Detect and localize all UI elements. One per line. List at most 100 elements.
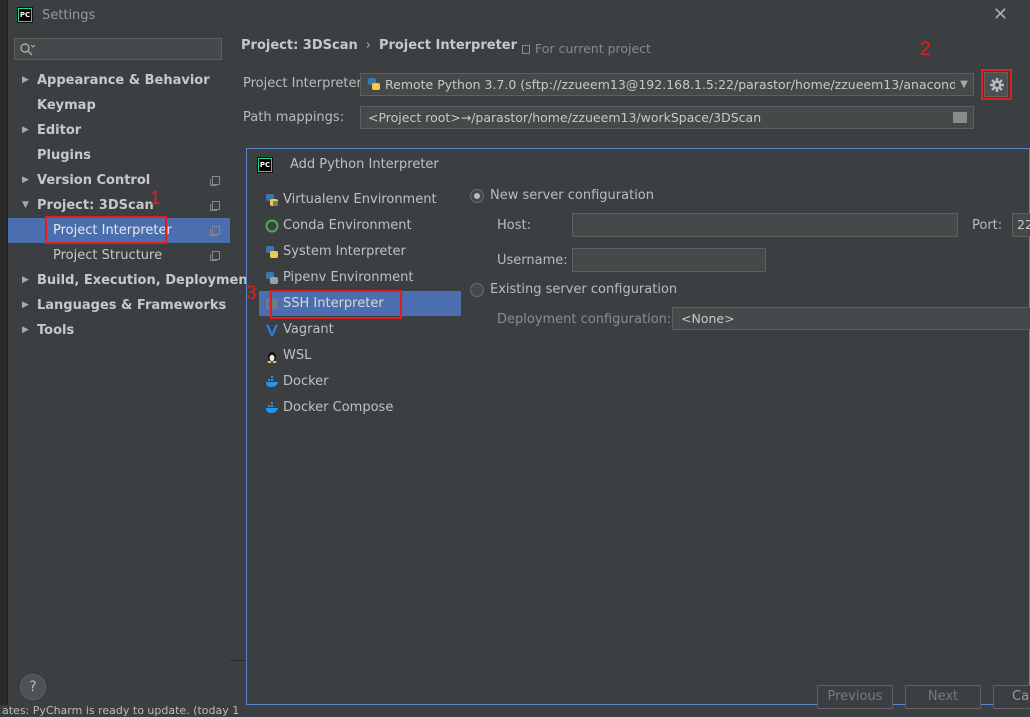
interpreter-type-docker-compose[interactable]: Docker Compose (259, 395, 461, 420)
breadcrumb-page: Project Interpreter (378, 38, 518, 53)
sidebar-item-label: Build, Execution, Deployment (37, 273, 254, 288)
project-scope-icon (210, 176, 220, 186)
for-current-project-text: For current project (535, 41, 651, 56)
add-python-interpreter-dialog: PC Add Python Interpreter Virtualenv Env… (246, 148, 1030, 709)
vagrant-icon (266, 325, 278, 336)
search-icon (20, 43, 35, 56)
project-scope-icon (210, 201, 220, 211)
interpreter-type-pipenv[interactable]: Pipenv Environment (259, 265, 461, 290)
host-label: Host: (497, 218, 531, 233)
breadcrumb-project: Project: 3DScan (241, 38, 358, 53)
interpreter-type-label: Docker (283, 374, 329, 389)
expand-arrow-icon: ▶ (22, 175, 29, 185)
help-button[interactable]: ? (20, 674, 46, 700)
path-mappings-field[interactable]: <Project root>→/parastor/home/zzueem13/w… (360, 106, 974, 129)
port-input[interactable]: 22 (1012, 213, 1030, 237)
annotation-number-3: 3 (246, 283, 257, 304)
ide-status-text: ates: PyCharm is ready to update. (today… (2, 705, 240, 717)
deployment-config-select[interactable]: <None> (672, 307, 1030, 330)
python-icon (368, 78, 380, 90)
deployment-config-value: <None> (681, 311, 735, 326)
port-label: Port: (972, 218, 1003, 233)
conda-icon (265, 219, 279, 233)
settings-dialog: PC Settings ✕ ▶ Appearance & Behavior Ke… (8, 0, 1030, 709)
annotation-box-ssh (270, 290, 402, 319)
sidebar-item-appearance-behavior[interactable]: ▶ Appearance & Behavior (8, 68, 230, 93)
for-current-project-note: For current project (522, 41, 651, 56)
sidebar-item-project-structure[interactable]: Project Structure (8, 243, 230, 268)
project-interpreter-select[interactable]: Remote Python 3.7.0 (sftp://zzueem13@192… (360, 73, 974, 96)
annotation-box-project-interpreter (45, 216, 167, 244)
dialog-title: Add Python Interpreter (290, 157, 439, 172)
pycharm-logo-icon: PC (17, 7, 33, 23)
title-bar: PC Settings ✕ (8, 0, 1030, 30)
sidebar-item-label: Editor (37, 123, 82, 138)
virtualenv-icon (266, 194, 278, 206)
sidebar-item-label: Keymap (37, 98, 96, 113)
deployment-config-label: Deployment configuration: (497, 312, 672, 327)
project-scope-icon (522, 45, 530, 54)
interpreter-type-label: WSL (283, 348, 312, 363)
settings-sidebar: ▶ Appearance & Behavior Keymap ▶ Editor … (8, 30, 254, 662)
sidebar-item-label: Languages & Frameworks (37, 298, 227, 313)
sidebar-item-tools[interactable]: ▶ Tools (8, 318, 230, 343)
folder-icon[interactable] (953, 112, 967, 123)
existing-server-label: Existing server configuration (490, 282, 678, 297)
existing-server-radio[interactable] (470, 283, 484, 297)
project-scope-icon (210, 251, 220, 261)
sidebar-item-keymap[interactable]: Keymap (8, 93, 230, 118)
expand-arrow-icon: ▶ (22, 75, 29, 85)
new-server-radio[interactable] (470, 189, 484, 203)
pipenv-icon (266, 272, 278, 284)
path-mappings-label: Path mappings: (243, 110, 345, 125)
sidebar-item-plugins[interactable]: Plugins (8, 143, 230, 168)
annotation-number-2: 2 (920, 39, 931, 60)
settings-search-input[interactable] (14, 38, 222, 60)
next-button[interactable]: Next (905, 685, 981, 709)
interpreter-type-vagrant[interactable]: Vagrant (259, 317, 461, 342)
sidebar-item-label: Project Structure (53, 248, 163, 263)
annotation-box-gear (981, 69, 1012, 100)
project-scope-icon (210, 226, 220, 236)
project-interpreter-label: Project Interpreter: (243, 76, 367, 91)
expand-arrow-icon: ▶ (22, 275, 29, 285)
sidebar-item-label: Plugins (37, 148, 91, 163)
sidebar-item-label: Version Control (37, 173, 151, 188)
sidebar-item-label: Appearance & Behavior (37, 73, 210, 88)
sidebar-item-build-execution-deployment[interactable]: ▶ Build, Execution, Deployment (8, 268, 254, 293)
host-input[interactable] (572, 213, 958, 237)
cancel-button[interactable]: Car (993, 685, 1030, 709)
interpreter-type-system[interactable]: System Interpreter (259, 239, 461, 264)
interpreter-type-virtualenv[interactable]: Virtualenv Environment (259, 187, 461, 212)
project-interpreter-value: Remote Python 3.7.0 (sftp://zzueem13@192… (385, 77, 974, 92)
breadcrumb-separator: › (365, 38, 371, 53)
chevron-down-icon: ▼ (955, 74, 973, 95)
close-icon[interactable]: ✕ (993, 5, 1008, 25)
expand-arrow-icon: ▶ (22, 125, 29, 135)
sidebar-item-project[interactable]: ▼ Project: 3DScan (8, 193, 230, 218)
interpreter-type-docker[interactable]: Docker (259, 369, 461, 394)
previous-button[interactable]: Previous (817, 685, 893, 709)
sidebar-item-label: Tools (37, 323, 75, 338)
expand-arrow-icon: ▶ (22, 325, 29, 335)
breadcrumb: Project: 3DScan › Project Interpreter (241, 38, 517, 53)
sidebar-item-editor[interactable]: ▶ Editor (8, 118, 230, 143)
username-input[interactable] (572, 248, 766, 272)
sidebar-item-version-control[interactable]: ▶ Version Control (8, 168, 230, 193)
username-label: Username: (497, 253, 568, 268)
sidebar-item-languages-frameworks[interactable]: ▶ Languages & Frameworks (8, 293, 230, 318)
pycharm-logo-icon: PC (257, 157, 273, 173)
expand-arrow-icon: ▶ (22, 300, 29, 310)
interpreter-type-conda[interactable]: Conda Environment (259, 213, 461, 238)
interpreter-type-label: System Interpreter (283, 244, 406, 259)
path-mappings-value: <Project root>→/parastor/home/zzueem13/w… (368, 110, 762, 125)
interpreter-type-label: Pipenv Environment (283, 270, 414, 285)
annotation-number-1: 1 (150, 188, 161, 209)
interpreter-type-label: Virtualenv Environment (283, 192, 437, 207)
interpreter-type-label: Docker Compose (283, 400, 394, 415)
ide-background-gutter (0, 0, 8, 717)
interpreter-type-wsl[interactable]: WSL (259, 343, 461, 368)
interpreter-type-label: Conda Environment (283, 218, 412, 233)
collapse-arrow-icon: ▼ (22, 200, 29, 210)
docker-icon (266, 376, 278, 387)
